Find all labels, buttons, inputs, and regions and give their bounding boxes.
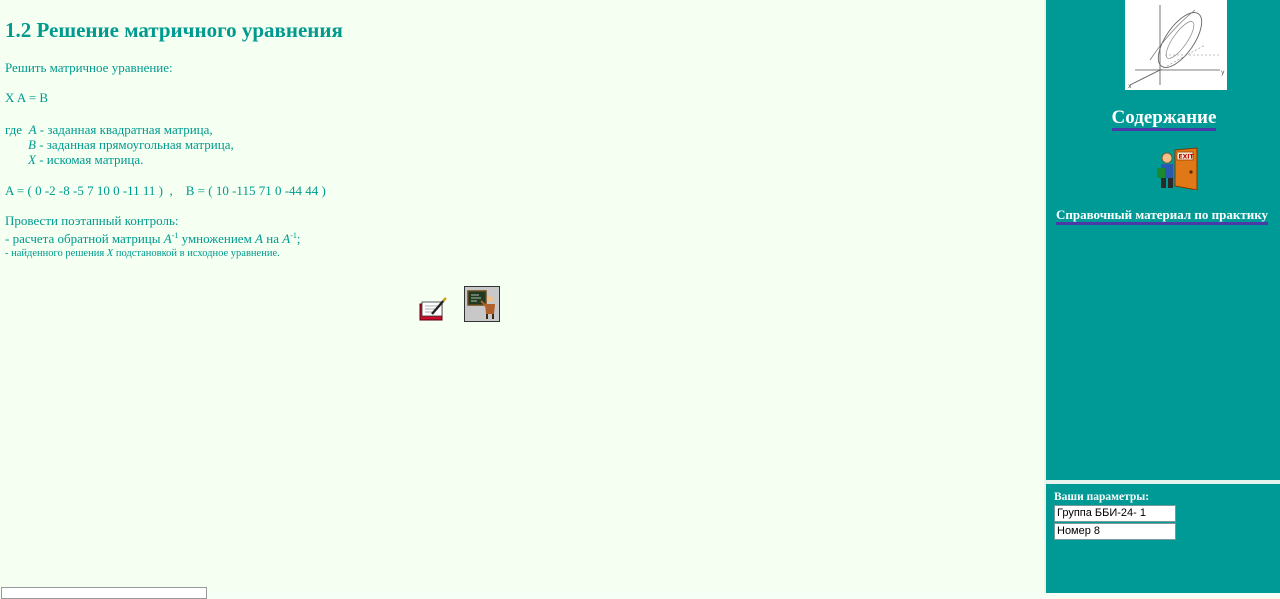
svg-text:y: y — [1221, 69, 1225, 76]
where-x-line: X - искомая матрица. — [28, 152, 143, 168]
group-field[interactable]: Группа ББИ-24- 1 — [1054, 505, 1176, 522]
matrices-line: A = ( 0 -2 -8 -5 7 10 0 -11 11 ) , B = (… — [5, 183, 326, 199]
control-1-var-a3: A — [282, 231, 291, 246]
where-a-text: - заданная квадратная матрица, — [36, 122, 213, 137]
var-b: B — [28, 137, 36, 152]
reference-link-label[interactable]: Справочный материал по практику — [1056, 207, 1269, 225]
control-heading: Провести поэтапный контроль: — [5, 213, 179, 228]
svg-text:EXIT: EXIT — [1179, 154, 1195, 161]
exit-door-icon[interactable]: EXIT — [1155, 146, 1199, 191]
status-box — [1, 587, 207, 599]
control-1-text-b: умножением — [178, 231, 256, 246]
control-item-2: - найденного решения X подстановкой в ис… — [5, 248, 280, 259]
sidebar-top: x y Содержание EXIT Справочный материал … — [1046, 0, 1280, 480]
control-1-text-a: - расчета обратной матрицы — [5, 231, 164, 246]
where-b-text: - заданная прямоугольная матрица, — [35, 137, 234, 152]
page-title: 1.2 Решение матричного уравнения — [5, 18, 343, 42]
where-x-text: - искомая матрица. — [35, 152, 144, 167]
control-1-var-a: A — [163, 231, 172, 246]
sidebar-separator — [1046, 480, 1280, 484]
control-2-text-b: подстановкой в исходное уравнение. — [113, 248, 280, 259]
number-field[interactable]: Номер 8 — [1054, 523, 1176, 540]
task-intro: Решить матричное уравнение: — [5, 60, 173, 75]
where-a-line: где A - заданная квадратная матрица, — [5, 122, 213, 138]
matrix-a: A = ( 0 -2 -8 -5 7 10 0 -11 11 ) — [5, 183, 164, 198]
control-1-text-d: ; — [296, 231, 301, 246]
var-x: X — [28, 152, 36, 167]
params-label: Ваши параметры: — [1054, 491, 1150, 503]
where-prefix: где — [5, 122, 26, 137]
control-1-sup-2: -1 — [290, 231, 297, 240]
contents-link[interactable]: Содержание — [1046, 107, 1280, 131]
matrix-b: B = ( 10 -115 71 0 -44 44 ) — [185, 183, 326, 198]
control-item-1: - расчета обратной матрицы A-1 умножение… — [5, 231, 300, 247]
equation: X A = B — [5, 90, 49, 105]
svg-text:x: x — [1128, 83, 1132, 90]
main-content: 1.2 Решение матричного уравнения Решить … — [0, 0, 1044, 599]
contents-link-label[interactable]: Содержание — [1111, 107, 1217, 131]
sidebar: x y Содержание EXIT Справочный материал … — [1044, 0, 1280, 593]
where-b-line: B - заданная прямоугольная матрица, — [28, 137, 234, 153]
reference-material-link[interactable]: Справочный материал по практику — [1056, 207, 1269, 225]
control-2-text-a: - найденного решения — [5, 248, 107, 259]
notebook-pen-icon[interactable] — [418, 296, 448, 324]
matrix-separator: , — [163, 183, 186, 198]
control-1-text-c: на — [263, 231, 283, 246]
teacher-blackboard-icon[interactable] — [464, 286, 500, 322]
var-a: A — [28, 122, 37, 137]
control-1-var-a2: A — [255, 231, 263, 246]
surface-graph-logo: x y — [1125, 0, 1227, 90]
